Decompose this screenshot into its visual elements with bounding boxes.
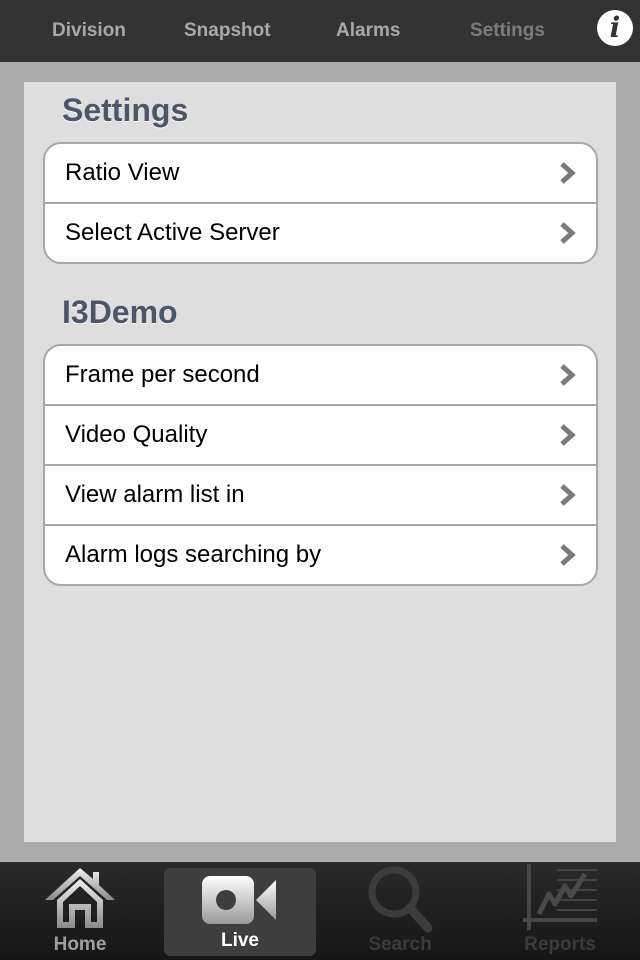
i3demo-group: Frame per second Video Quality View alar… — [43, 344, 598, 586]
chevron-right-icon — [560, 484, 576, 506]
tab-live[interactable]: Live — [164, 868, 316, 956]
section-title-settings: Settings — [62, 92, 189, 128]
row-label: View alarm list in — [65, 481, 245, 508]
row-video-quality[interactable]: Video Quality — [45, 404, 596, 464]
chevron-right-icon — [560, 162, 576, 184]
row-label: Frame per second — [65, 361, 260, 388]
tab-search[interactable]: Search — [324, 862, 476, 960]
row-frame-per-second[interactable]: Frame per second — [45, 346, 596, 404]
tab-alarms[interactable]: Alarms — [336, 0, 400, 62]
section-title-i3demo: I3Demo — [62, 294, 178, 330]
line-chart-icon — [523, 864, 597, 930]
row-ratio-view[interactable]: Ratio View — [45, 144, 596, 202]
video-camera-icon — [202, 876, 276, 924]
tab-label: Search — [368, 934, 432, 955]
bottom-tab-bar: Home Live Search Reports — [0, 862, 640, 960]
tab-reports[interactable]: Reports — [484, 862, 636, 960]
settings-panel: Settings Ratio View Select Active Server… — [24, 82, 616, 842]
chevron-right-icon — [560, 544, 576, 566]
settings-group: Ratio View Select Active Server — [43, 142, 598, 264]
top-nav-bar: Division Snapshot Alarms Settings i — [0, 0, 640, 62]
tab-label: Reports — [524, 934, 596, 955]
home-icon — [45, 868, 115, 928]
row-alarm-logs-searching-by[interactable]: Alarm logs searching by — [45, 524, 596, 584]
tab-label: Live — [220, 930, 260, 951]
magnifier-icon — [368, 866, 433, 933]
row-label: Ratio View — [65, 159, 180, 186]
chevron-right-icon — [560, 222, 576, 244]
info-icon: i — [609, 11, 621, 44]
info-button[interactable]: i — [597, 10, 633, 46]
tab-home[interactable]: Home — [4, 862, 156, 960]
tab-label: Home — [53, 934, 107, 955]
row-select-active-server[interactable]: Select Active Server — [45, 202, 596, 262]
tab-snapshot[interactable]: Snapshot — [184, 0, 271, 62]
row-label: Video Quality — [65, 421, 208, 448]
row-label: Alarm logs searching by — [65, 541, 322, 568]
tab-division[interactable]: Division — [52, 0, 126, 62]
chevron-right-icon — [560, 424, 576, 446]
tab-settings[interactable]: Settings — [470, 0, 545, 62]
chevron-right-icon — [560, 364, 576, 386]
row-view-alarm-list-in[interactable]: View alarm list in — [45, 464, 596, 524]
row-label: Select Active Server — [65, 219, 280, 246]
